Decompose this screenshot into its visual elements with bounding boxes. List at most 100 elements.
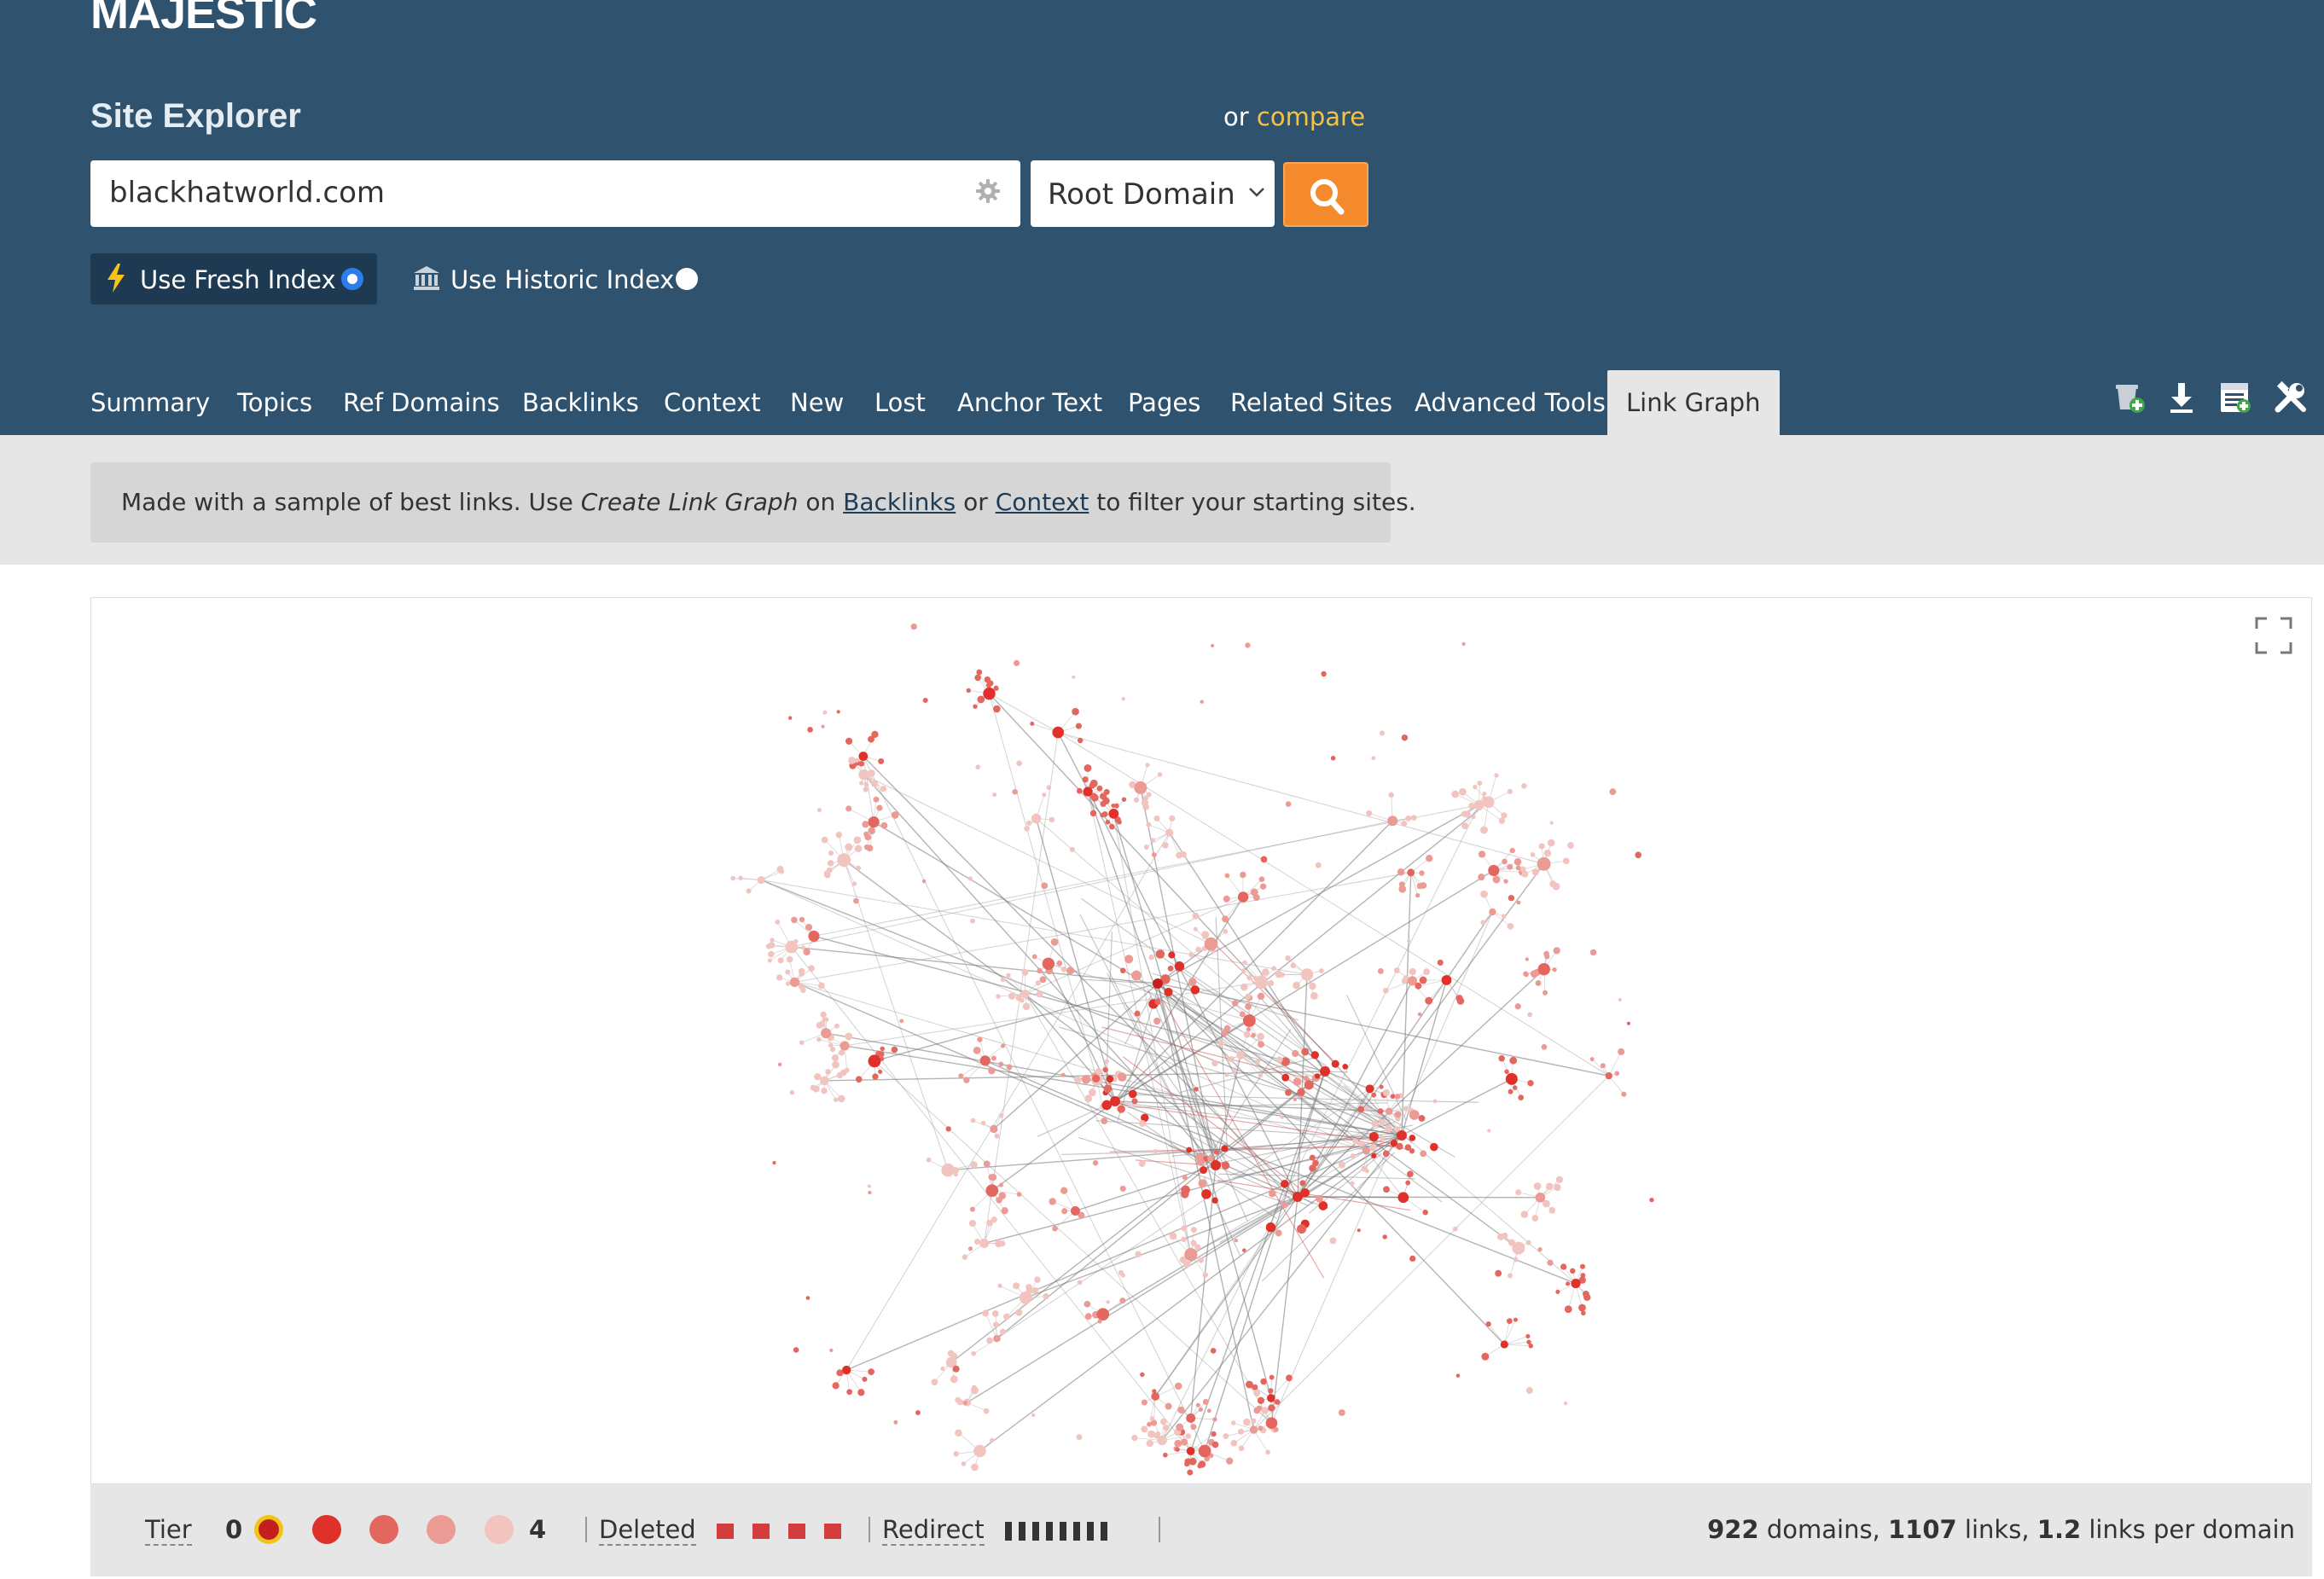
graph-node[interactable] (1174, 961, 1185, 972)
graph-node[interactable] (1221, 1161, 1230, 1170)
graph-node[interactable] (1096, 1308, 1110, 1321)
graph-node[interactable] (988, 1174, 996, 1181)
graph-node[interactable] (1420, 882, 1427, 889)
graph-node[interactable] (1504, 1069, 1509, 1074)
graph-node[interactable] (870, 780, 879, 787)
graph-node[interactable] (775, 919, 781, 925)
graph-node[interactable] (1070, 1206, 1080, 1216)
graph-node[interactable] (1052, 726, 1065, 739)
graph-node[interactable] (855, 1076, 863, 1083)
graph-node[interactable] (1487, 1129, 1491, 1133)
graph-node[interactable] (1223, 1433, 1229, 1439)
graph-node[interactable] (1407, 938, 1411, 943)
graph-node[interactable] (1146, 821, 1152, 827)
graph-node[interactable] (1309, 982, 1316, 990)
graph-node[interactable] (1030, 721, 1035, 726)
graph-node[interactable] (1480, 920, 1486, 926)
graph-node[interactable] (961, 1461, 967, 1466)
graph-node[interactable] (800, 987, 806, 994)
graph-node[interactable] (1034, 1276, 1041, 1283)
graph-node[interactable] (1149, 1416, 1155, 1421)
graph-node[interactable] (975, 764, 981, 770)
graph-node[interactable] (1133, 797, 1140, 803)
search-input[interactable]: blackhatworld.com (90, 160, 1020, 227)
graph-node[interactable] (1182, 1175, 1188, 1181)
graph-node[interactable] (862, 1376, 868, 1382)
graph-node[interactable] (969, 1206, 975, 1212)
graph-node[interactable] (952, 1365, 960, 1373)
graph-node[interactable] (1494, 773, 1499, 778)
graph-node[interactable] (1371, 1092, 1377, 1098)
graph-node[interactable] (955, 1429, 962, 1437)
graph-node[interactable] (880, 1046, 885, 1052)
graph-node[interactable] (1310, 1051, 1320, 1059)
graph-node[interactable] (1350, 1153, 1356, 1158)
graph-node[interactable] (1262, 968, 1269, 976)
graph-node[interactable] (1560, 1263, 1567, 1270)
graph-node[interactable] (1401, 978, 1408, 984)
graph-node[interactable] (1419, 976, 1427, 984)
link-graph-panel[interactable] (90, 597, 2312, 1484)
graph-node[interactable] (1437, 959, 1444, 966)
graph-node[interactable] (1468, 803, 1475, 810)
graph-node[interactable] (1547, 839, 1555, 847)
graph-node[interactable] (825, 1068, 831, 1075)
redirect-label[interactable]: Redirect (882, 1515, 985, 1546)
graph-node[interactable] (1552, 967, 1557, 972)
graph-node[interactable] (1197, 1463, 1202, 1469)
graph-node[interactable] (768, 950, 775, 958)
graph-node[interactable] (1228, 1056, 1235, 1063)
graph-node[interactable] (1239, 1011, 1246, 1018)
graph-node[interactable] (1181, 1225, 1188, 1232)
graph-node[interactable] (1309, 1154, 1316, 1161)
graph-node[interactable] (1015, 1309, 1023, 1316)
graph-node[interactable] (1251, 1032, 1256, 1038)
graph-node[interactable] (1503, 879, 1508, 884)
graph-node[interactable] (880, 821, 888, 829)
graph-node[interactable] (1211, 1197, 1218, 1204)
tab-new[interactable]: New (790, 370, 844, 435)
graph-node[interactable] (1382, 987, 1389, 994)
graph-node[interactable] (1072, 675, 1076, 679)
graph-node[interactable] (1006, 1064, 1013, 1071)
graph-node[interactable] (985, 682, 992, 688)
graph-node[interactable] (1224, 1073, 1229, 1077)
graph-node[interactable] (789, 1090, 795, 1095)
graph-node[interactable] (1589, 949, 1597, 956)
graph-node[interactable] (1330, 755, 1336, 761)
graph-node[interactable] (1234, 1238, 1239, 1243)
graph-node[interactable] (878, 1051, 885, 1058)
graph-node[interactable] (1425, 996, 1433, 1005)
graph-node[interactable] (1230, 1420, 1236, 1425)
graph-node[interactable] (1195, 946, 1201, 953)
graph-node[interactable] (1201, 931, 1210, 939)
gear-icon[interactable] (974, 177, 1002, 205)
graph-node[interactable] (1480, 826, 1488, 834)
graph-node[interactable] (1163, 1452, 1168, 1458)
graph-node[interactable] (868, 1190, 872, 1195)
graph-node[interactable] (829, 1046, 836, 1053)
graph-node[interactable] (1042, 957, 1055, 970)
graph-node[interactable] (950, 1375, 958, 1384)
graph-node[interactable] (1119, 967, 1126, 974)
graph-node[interactable] (770, 938, 775, 943)
graph-node[interactable] (1167, 965, 1174, 972)
graph-node[interactable] (1176, 1423, 1184, 1431)
graph-node[interactable] (1012, 788, 1018, 795)
graph-node[interactable] (832, 1382, 840, 1390)
graph-node[interactable] (1331, 1059, 1339, 1068)
graph-node[interactable] (1312, 1159, 1319, 1167)
graph-node[interactable] (1106, 1075, 1114, 1083)
graph-node[interactable] (1293, 1192, 1303, 1202)
graph-node[interactable] (1377, 968, 1384, 974)
graph-node[interactable] (814, 1073, 822, 1081)
graph-node[interactable] (1401, 734, 1409, 741)
graph-node[interactable] (1131, 1435, 1138, 1442)
graph-node[interactable] (799, 1040, 805, 1045)
graph-node[interactable] (812, 1085, 820, 1093)
graph-node[interactable] (1621, 1091, 1627, 1097)
graph-node[interactable] (1131, 1098, 1138, 1105)
graph-node[interactable] (1072, 707, 1079, 716)
graph-node[interactable] (1377, 1108, 1384, 1115)
graph-node[interactable] (1451, 790, 1460, 798)
